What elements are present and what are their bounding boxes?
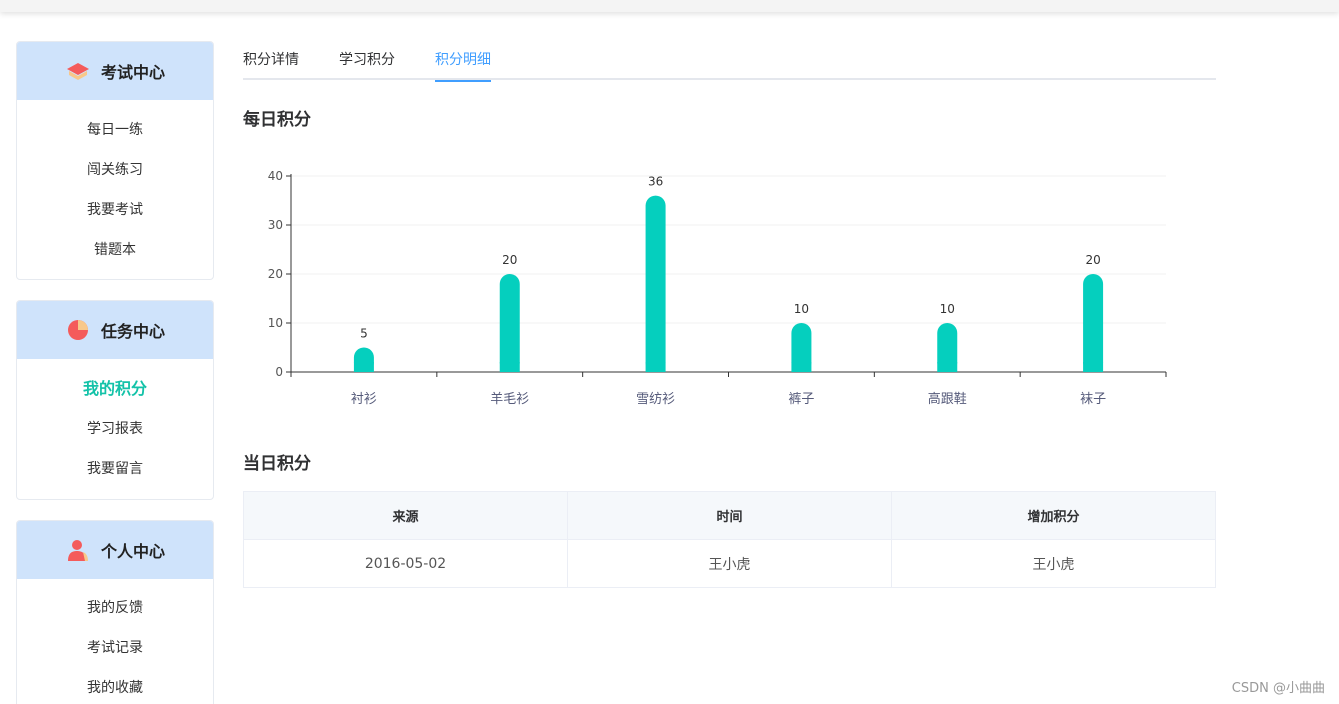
y-tick-label: 20 (268, 267, 283, 281)
table-header-row: 来源 时间 增加积分 (243, 491, 1216, 540)
table-row: 2016-05-02 王小虎 王小虎 (243, 539, 1216, 588)
task-center-menu: 我的积分 学习报表 我要留言 (17, 359, 213, 489)
menu-item-my-points[interactable]: 我的积分 (17, 369, 213, 409)
personal-center-panel: 个人中心 我的反馈 考试记录 我的收藏 (16, 520, 214, 704)
task-center-panel: 任务中心 我的积分 学习报表 我要留言 (16, 300, 214, 500)
exam-book-icon (65, 58, 91, 84)
data-label: 10 (940, 302, 955, 316)
daily-points-chart: 0 10 20 30 40 5 衬衫 20 羊毛衫 36 雪纺衫 10 裤子 10 高跟鞋 20 袜子 (268, 169, 1167, 407)
menu-item-exam-records[interactable]: 考试记录 (17, 628, 213, 668)
x-tick-label: 衬衫 (351, 392, 377, 407)
bar (645, 195, 666, 372)
column-header-time: 时间 (567, 491, 892, 540)
exam-center-header: 考试中心 (17, 42, 213, 100)
menu-item-leave-message[interactable]: 我要留言 (17, 449, 213, 489)
menu-item-level-practice[interactable]: 闯关练习 (17, 150, 213, 190)
task-center-title: 任务中心 (100, 322, 165, 341)
data-label: 5 (360, 327, 368, 341)
menu-item-my-favorites[interactable]: 我的收藏 (17, 668, 213, 704)
menu-item-my-feedback[interactable]: 我的反馈 (17, 588, 213, 628)
bar-base (499, 362, 520, 372)
y-tick-label: 40 (268, 169, 283, 183)
bar-base (937, 362, 958, 372)
y-tick-label: 0 (275, 365, 283, 379)
personal-center-menu: 我的反馈 考试记录 我的收藏 (17, 579, 213, 704)
data-label: 36 (648, 175, 663, 189)
x-tick-label: 羊毛衫 (490, 391, 529, 407)
exam-center-menu: 每日一练 闯关练习 我要考试 错题本 (17, 100, 213, 270)
today-points-title: 当日积分 (243, 454, 311, 474)
daily-points-title: 每日积分 (243, 110, 311, 130)
data-label: 20 (1085, 253, 1100, 267)
task-center-header: 任务中心 (17, 301, 213, 359)
menu-item-daily-practice[interactable]: 每日一练 (17, 110, 213, 150)
bar-base (791, 362, 812, 372)
menu-item-wrong-questions[interactable]: 错题本 (17, 230, 213, 270)
x-tick-label: 袜子 (1080, 392, 1106, 407)
bar (1083, 274, 1104, 372)
menu-item-study-report[interactable]: 学习报表 (17, 409, 213, 449)
x-tick-label: 高跟鞋 (928, 391, 967, 407)
data-label: 20 (502, 253, 517, 267)
today-points-table: 来源 时间 增加积分 2016-05-02 王小虎 王小虎 (243, 491, 1216, 588)
data-label: 10 (794, 302, 809, 316)
bar-base (353, 362, 374, 372)
watermark: CSDN @小曲曲 (1231, 681, 1325, 696)
table-cell-added-points: 王小虎 (891, 539, 1216, 588)
y-tick-label: 30 (268, 218, 283, 232)
tab-points-details[interactable]: 积分详情 (243, 40, 299, 80)
column-header-added-points: 增加积分 (891, 491, 1216, 540)
tab-study-points[interactable]: 学习积分 (339, 40, 395, 80)
table-cell-source: 2016-05-02 (243, 539, 568, 588)
tab-points-breakdown[interactable]: 积分明细 (435, 40, 491, 82)
bar-base (1083, 362, 1104, 372)
y-tick-label: 10 (268, 316, 283, 330)
bar (499, 274, 520, 372)
bar-base (645, 362, 666, 372)
table-cell-time: 王小虎 (567, 539, 892, 588)
user-icon (65, 537, 91, 563)
menu-item-take-exam[interactable]: 我要考试 (17, 190, 213, 230)
exam-center-panel: 考试中心 每日一练 闯关练习 我要考试 错题本 (16, 41, 214, 280)
exam-center-title: 考试中心 (100, 63, 165, 82)
column-header-source: 来源 (243, 491, 568, 540)
top-bar (0, 0, 1339, 12)
points-tabs: 积分详情 学习积分 积分明细 (243, 40, 1216, 82)
personal-center-title: 个人中心 (100, 542, 165, 561)
x-tick-label: 裤子 (788, 392, 814, 407)
x-tick-label: 雪纺衫 (636, 392, 675, 407)
personal-center-header: 个人中心 (17, 521, 213, 579)
pie-chart-icon (65, 317, 91, 343)
